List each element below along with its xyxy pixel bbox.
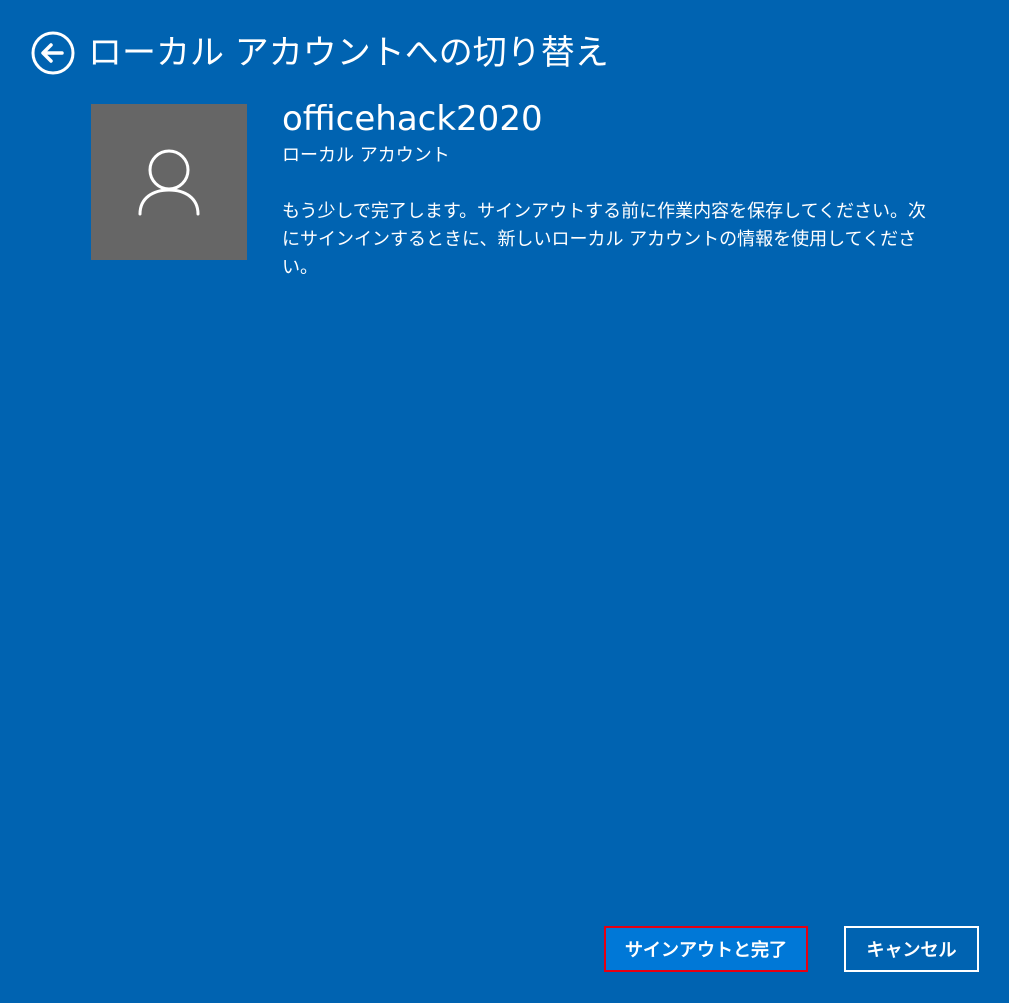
page-title: ローカル アカウントへの切り替え	[88, 33, 609, 73]
cancel-button[interactable]: キャンセル	[844, 926, 979, 972]
header: ローカル アカウントへの切り替え	[30, 28, 609, 78]
user-icon	[138, 149, 200, 216]
button-bar: サインアウトと完了 キャンセル	[0, 926, 1009, 974]
back-button[interactable]	[30, 30, 76, 76]
account-info: officehack2020 ローカル アカウント もう少しで完了します。サイン…	[282, 98, 962, 282]
account-type: ローカル アカウント	[282, 145, 450, 166]
info-message: もう少しで完了します。サインアウトする前に作業内容を保存してください。次にサイン…	[282, 201, 927, 278]
avatar	[91, 104, 247, 260]
sign-out-and-finish-button[interactable]: サインアウトと完了	[604, 926, 808, 972]
back-arrow-icon	[31, 31, 75, 75]
account-username: officehack2020	[282, 99, 543, 139]
